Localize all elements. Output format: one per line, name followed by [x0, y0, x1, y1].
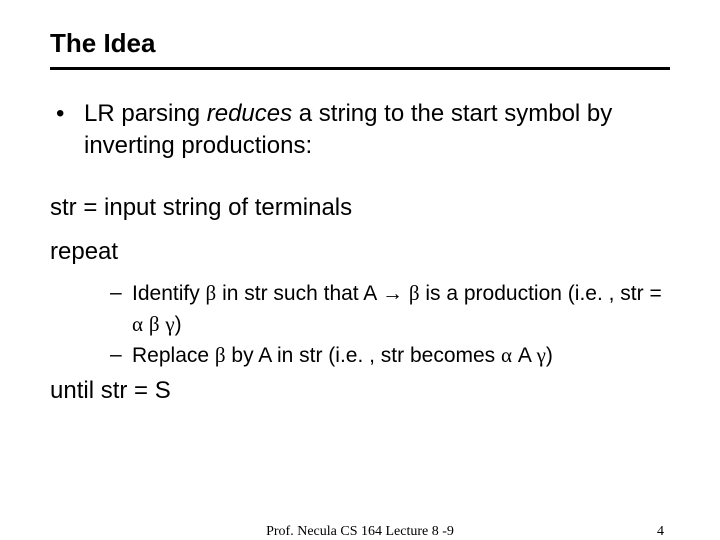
t: Identify — [132, 282, 206, 305]
gamma: γ — [537, 343, 546, 367]
beta: β — [409, 281, 420, 305]
bullet-emph: reduces — [207, 100, 292, 127]
gamma: γ — [165, 312, 174, 336]
dash-marker: – — [110, 340, 132, 370]
bullet-marker: • — [50, 98, 84, 130]
footer-center: Prof. Necula CS 164 Lecture 8 -9 — [266, 524, 454, 540]
sub-item-2-text: Replace β by A in str (i.e. , str become… — [132, 340, 553, 371]
t: by A in str (i.e. , str becomes — [226, 344, 501, 367]
alpha: α — [132, 312, 143, 336]
algo-line-1: str = input string of terminals — [50, 190, 670, 226]
beta: β — [215, 343, 226, 367]
beta: β — [149, 312, 160, 336]
t: ) — [546, 344, 553, 367]
bullet-pre: LR parsing — [84, 100, 207, 127]
beta: β — [206, 281, 217, 305]
slide-title: The Idea — [50, 28, 670, 67]
t: in str such that A — [216, 282, 382, 305]
t: A — [512, 344, 537, 367]
sub-list: – Identify β in str such that A → β is a… — [50, 278, 670, 371]
title-rule — [50, 67, 670, 70]
algo-line-3: until str = S — [50, 373, 670, 409]
sub-item-2: – Replace β by A in str (i.e. , str beco… — [110, 340, 670, 371]
t: Replace — [132, 344, 215, 367]
sub-item-1-text: Identify β in str such that A → β is a p… — [132, 278, 670, 340]
page-number: 4 — [657, 524, 664, 540]
algo-line-2: repeat — [50, 234, 670, 270]
arrow: → — [382, 281, 403, 305]
bullet-text: LR parsing reduces a string to the start… — [84, 98, 670, 162]
dash-marker: – — [110, 278, 132, 308]
main-bullet: • LR parsing reduces a string to the sta… — [50, 98, 670, 162]
sub-item-1: – Identify β in str such that A → β is a… — [110, 278, 670, 340]
t: ) — [175, 313, 182, 336]
t: is a production (i.e. , str = — [420, 282, 662, 305]
alpha: α — [501, 343, 512, 367]
